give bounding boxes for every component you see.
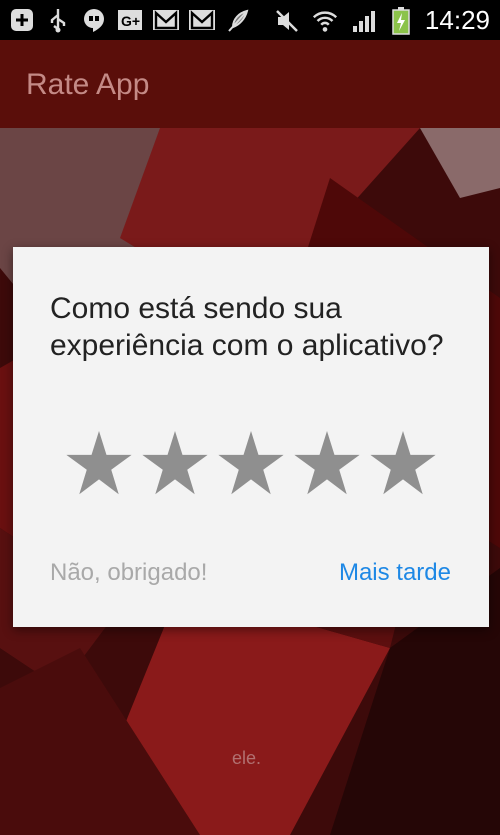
background-text: ele. xyxy=(232,748,262,768)
muted-icon xyxy=(273,7,301,35)
google-plus-icon: G+ xyxy=(116,6,144,34)
hangouts-icon xyxy=(80,6,108,34)
signal-icon xyxy=(349,7,377,35)
svg-text:G+: G+ xyxy=(121,13,140,29)
feather-icon xyxy=(224,6,252,34)
gmail-icon xyxy=(188,6,216,34)
usb-icon xyxy=(44,6,72,34)
later-button[interactable]: Mais tarde xyxy=(339,559,451,587)
battery-charging-icon xyxy=(387,6,415,35)
no-thanks-button[interactable]: Não, obrigado! xyxy=(50,559,207,587)
star-rating[interactable] xyxy=(65,429,437,497)
app-bar: Rate App xyxy=(0,40,500,128)
dialog-question: Como está sendo sua experiência com o ap… xyxy=(50,292,444,362)
star-4-icon[interactable] xyxy=(293,429,361,497)
system-icons: 14:29 xyxy=(273,5,490,36)
wifi-icon xyxy=(311,7,339,35)
add-box-icon xyxy=(8,6,36,34)
app-title: Rate App xyxy=(26,68,150,101)
rate-dialog: Como está sendo sua experiência com o ap… xyxy=(13,247,489,627)
star-2-icon[interactable] xyxy=(141,429,209,497)
star-3-icon[interactable] xyxy=(217,429,285,497)
gmail-icon xyxy=(152,6,180,34)
star-5-icon[interactable] xyxy=(369,429,437,497)
notification-icons: G+ xyxy=(8,6,252,34)
star-1-icon[interactable] xyxy=(65,429,133,497)
clock: 14:29 xyxy=(424,5,490,35)
status-bar: G+ 14:29 xyxy=(0,0,500,40)
